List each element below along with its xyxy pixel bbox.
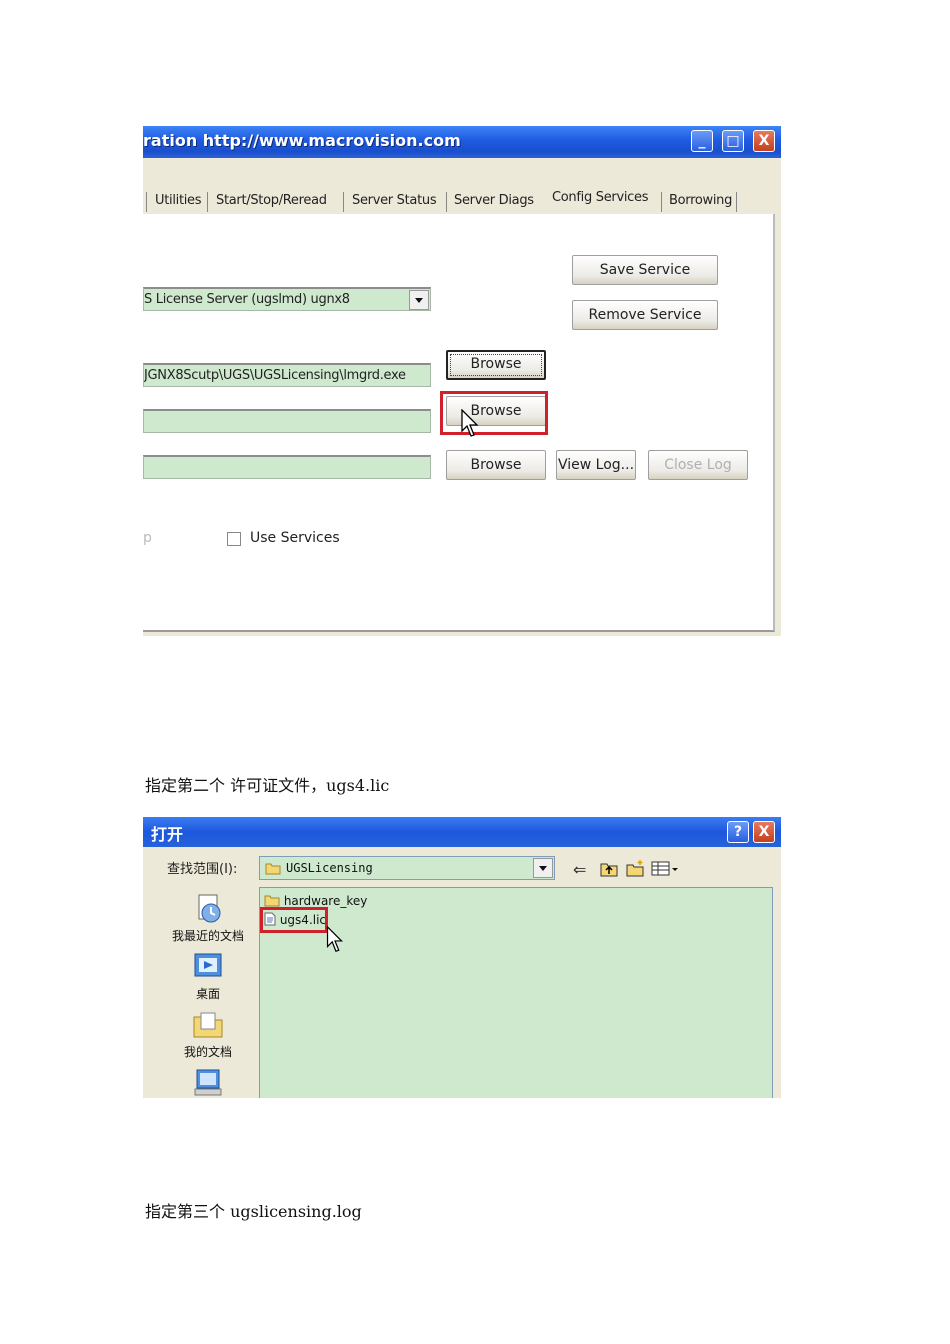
debug-log-field[interactable] [143,455,431,479]
file-list[interactable]: hardware_key ugs4.lic [259,887,773,1098]
view-menu-icon[interactable] [651,861,679,877]
browse-log-button[interactable]: Browse [446,450,546,480]
tab-server-diags[interactable]: Server Diags [454,188,534,214]
back-arrow-icon[interactable]: ⇐ [573,860,586,879]
dialog-title-bar: 打开 ? X [143,817,781,847]
folder-icon [265,863,281,875]
highlight-box [440,391,548,435]
dialog-title: 打开 [151,825,184,844]
window-title: ration http://www.macrovision.com [143,131,461,150]
place-desktop[interactable]: 桌面 [155,951,261,1002]
folder-icon [264,895,280,907]
partial-label: p [143,530,152,546]
close-log-button[interactable]: Close Log [648,450,748,480]
title-bar: ration http://www.macrovision.com _ □ X [143,126,781,158]
close-button[interactable]: X [753,130,775,152]
view-log-button[interactable]: View Log... [556,450,636,480]
tab-server-status[interactable]: Server Status [352,188,437,214]
caption-second-license: 指定第二个 许可证文件，ugs4.lic [145,776,390,795]
place-recent-documents[interactable]: 我最近的文档 [155,893,261,944]
minimize-button[interactable]: _ [691,130,713,152]
up-folder-icon[interactable] [599,860,619,878]
recent-documents-icon [198,894,221,923]
mouse-cursor-icon [326,926,343,952]
tab-borrowing[interactable]: Borrowing [669,188,732,214]
chevron-down-icon[interactable] [409,290,429,310]
new-folder-icon[interactable] [625,859,645,878]
list-item-folder[interactable]: hardware_key [264,894,367,908]
my-computer-icon [194,1069,222,1096]
mouse-cursor-icon [461,409,479,437]
caption-third-log: 指定第三个 ugslicensing.log [145,1202,362,1221]
use-services-checkbox[interactable] [227,532,241,546]
use-services-label: Use Services [250,530,340,546]
chevron-down-icon[interactable] [533,858,553,878]
my-documents-icon [193,1012,223,1038]
desktop-icon [194,953,222,977]
license-file-field[interactable] [143,409,431,433]
dialog-close-button[interactable]: X [753,821,775,843]
highlight-box [260,907,328,933]
save-service-button[interactable]: Save Service [572,255,718,285]
place-my-computer[interactable] [155,1067,261,1098]
place-my-documents[interactable]: 我的文档 [155,1009,261,1060]
remove-service-button[interactable]: Remove Service [572,300,718,330]
places-bar: 我最近的文档 桌面 我的文档 [155,887,261,1098]
tab-config-services[interactable]: Config Services [552,185,648,211]
open-dialog-screenshot: 打开 ? X 查找范围(I): UGSLicensing ⇐ 我最近的文档 桌面… [143,817,781,1098]
look-in-label: 查找范围(I): [167,862,238,877]
help-button[interactable]: ? [727,821,749,843]
browse-lmgrd-button[interactable]: Browse [446,350,546,380]
tab-utilities[interactable]: Utilities [155,188,202,214]
lmtools-screenshot: ration http://www.macrovision.com _ □ X … [143,126,781,636]
tab-strip: Utilities Start/Stop/Reread Server Statu… [143,188,781,216]
service-name-combo[interactable]: S License Server (ugslmd) ugnx8 [143,287,431,311]
maximize-button[interactable]: □ [722,130,744,152]
look-in-combo[interactable]: UGSLicensing [259,856,555,880]
tab-start-stop-reread[interactable]: Start/Stop/Reread [216,188,327,214]
lmgrd-path-field[interactable]: JGNX8Scutp\UGS\UGSLicensing\lmgrd.exe [143,363,431,387]
